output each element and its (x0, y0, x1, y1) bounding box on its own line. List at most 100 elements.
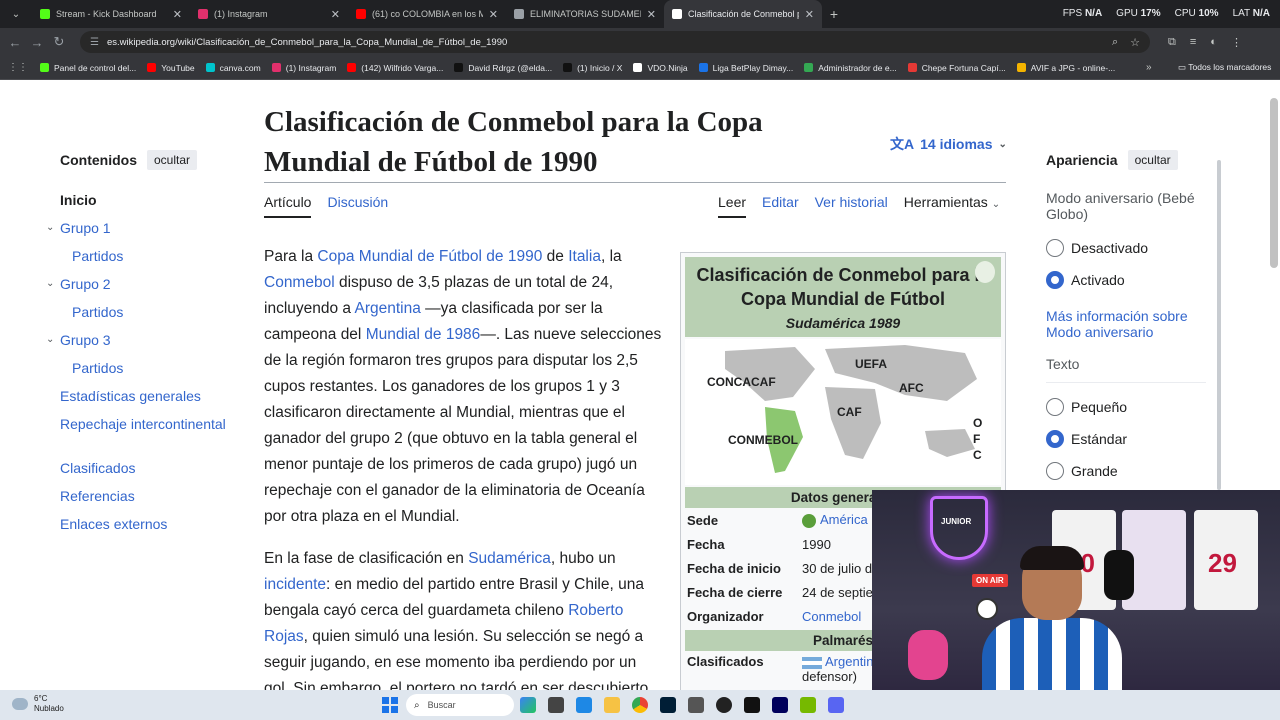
toc-item[interactable]: ⌄ Grupo 1 (46, 214, 230, 242)
tab-search-button[interactable]: ⌄ (4, 4, 28, 24)
menu-icon[interactable]: ⋮ (1231, 36, 1242, 49)
tab-favicon-icon (672, 9, 682, 19)
article-link[interactable]: Conmebol (264, 274, 335, 291)
infobox-key: Fecha (687, 536, 725, 552)
toc-hide-button[interactable]: ocultar (147, 150, 198, 170)
tools-menu[interactable]: Herramientas ⌄ (904, 194, 1000, 218)
more-bookmarks-icon[interactable]: » (1146, 62, 1152, 73)
weather-widget[interactable]: 6°C Nublado (12, 694, 64, 714)
bookmark-item[interactable]: David Rdrgz (@elda... (454, 63, 552, 73)
bookmark-star-icon[interactable]: ☆ (1130, 36, 1140, 49)
address-bar[interactable]: ☰ es.wikipedia.org/wiki/Clasificación_de… (80, 31, 1150, 53)
radio-standard[interactable]: Estándar (1046, 423, 1206, 455)
bookmark-item[interactable]: YouTube (147, 63, 195, 73)
sidebar-scrollbar[interactable] (1216, 152, 1222, 492)
toc-item[interactable]: Referencias (60, 482, 230, 510)
radio-small[interactable]: Pequeño (1046, 391, 1206, 423)
toc-item[interactable]: Partidos (60, 298, 230, 326)
article-link[interactable]: incidente (264, 576, 326, 593)
article-link[interactable]: Mundial de 1986 (366, 326, 481, 343)
toc-item[interactable]: ⌄ Grupo 3 (46, 326, 230, 354)
chevron-down-icon[interactable]: ⌄ (46, 214, 54, 242)
chevron-down-icon[interactable]: ⌄ (46, 270, 54, 298)
calculator-icon[interactable] (688, 697, 704, 713)
infobox-link[interactable]: América (820, 512, 868, 527)
bookmark-item[interactable]: Administrador de e... (804, 63, 897, 73)
article-link[interactable]: Argentina (355, 300, 421, 317)
toc-item[interactable]: Partidos (60, 354, 230, 382)
taskbar-search[interactable]: ⌕ Buscar (406, 694, 514, 716)
nvidia-icon[interactable] (800, 697, 816, 713)
forward-icon[interactable]: → (26, 35, 48, 50)
all-bookmarks-folder[interactable]: ▭ Todos los marcadores (1178, 62, 1271, 73)
close-icon[interactable]: ✕ (805, 8, 814, 21)
tab-discussion[interactable]: Discusión (327, 194, 388, 218)
close-icon[interactable]: ✕ (331, 8, 340, 21)
toc-item[interactable]: Estadísticas generales (60, 382, 230, 410)
toc-item[interactable]: Repechaje intercontinental (60, 410, 230, 454)
toc-item[interactable]: Clasificados (60, 454, 230, 482)
obs-icon[interactable] (716, 697, 732, 713)
radio-deactivated[interactable]: Desactivado (1046, 232, 1206, 264)
toc-item[interactable]: ⌄ Grupo 2 (46, 270, 230, 298)
tab-article[interactable]: Artículo (264, 194, 312, 218)
radio-activated[interactable]: Activado (1046, 264, 1206, 296)
new-tab-button[interactable]: + (822, 6, 846, 22)
file-explorer-icon[interactable] (604, 697, 620, 713)
edge-icon[interactable] (576, 697, 592, 713)
windows-start-icon[interactable] (382, 697, 398, 713)
bookmark-item[interactable]: Panel de control del... (40, 63, 136, 73)
photoshop-icon[interactable] (660, 697, 676, 713)
confederations-map[interactable]: CONCACAF UEFA AFC CAF CONMEBOL O F C (685, 339, 1001, 485)
extensions-icon[interactable]: ⧉ (1168, 36, 1176, 49)
page-scrollbar-thumb[interactable] (1270, 98, 1278, 268)
close-icon[interactable]: ✕ (489, 8, 498, 21)
neon-shield-sign: JUNIOR (930, 496, 988, 560)
infobox-link[interactable]: Conmebol (802, 609, 861, 624)
profile-icon[interactable]: ◐ (1210, 36, 1217, 49)
radio-large[interactable]: Grande (1046, 455, 1206, 487)
article-link[interactable]: Copa Mundial de Fútbol de 1990 (317, 248, 542, 265)
site-info-icon[interactable]: ☰ (90, 37, 99, 48)
bookmark-item[interactable]: VDO.Ninja (633, 63, 688, 73)
bookmark-item[interactable]: (1) Inicio / X (563, 63, 622, 73)
tiktok-icon[interactable] (744, 697, 760, 713)
discord-icon[interactable] (828, 697, 844, 713)
article-link[interactable]: Sudamérica (468, 550, 551, 567)
browser-tab[interactable]: ELIMINATORIAS SUDAMERicana ✕ (506, 0, 664, 28)
browser-tab[interactable]: Stream - Kick Dashboard ✕ (32, 0, 190, 28)
anniversary-more-link[interactable]: Más información sobre Modo aniversario (1046, 308, 1206, 340)
bookmark-item[interactable]: Chepe Fortuna Capí... (907, 63, 1006, 73)
media-icon[interactable]: ≡ (1190, 36, 1196, 49)
browser-tab[interactable]: (1) Instagram ✕ (190, 0, 348, 28)
toc-item[interactable]: Enlaces externos (60, 510, 230, 538)
toc-item[interactable]: Partidos (60, 242, 230, 270)
zoom-icon[interactable]: ⌕ (1112, 36, 1118, 49)
bookmark-item[interactable]: Liga BetPlay Dimay... (698, 63, 793, 73)
back-icon[interactable]: ← (4, 35, 26, 50)
toc-item[interactable]: Inicio (60, 186, 230, 214)
tab-edit[interactable]: Editar (762, 194, 799, 218)
tab-read[interactable]: Leer (718, 194, 747, 218)
close-icon[interactable]: ✕ (647, 8, 656, 21)
bookmark-item[interactable]: canva.com (205, 63, 261, 73)
chevron-down-icon[interactable]: ⌄ (46, 326, 54, 354)
language-button[interactable]: 文A 14 idiomas ⌄ (890, 134, 1007, 154)
close-icon[interactable]: ✕ (173, 8, 182, 21)
bookmark-item[interactable]: AVIF a JPG - online-... (1016, 63, 1115, 73)
bookmark-favicon-icon (40, 63, 49, 72)
after-effects-icon[interactable] (772, 697, 788, 713)
browser-tab[interactable]: Clasificación de Conmebol para ✕ (664, 0, 822, 28)
tab-history[interactable]: Ver historial (815, 194, 888, 218)
apps-icon[interactable]: ⋮⋮ (8, 62, 28, 73)
search-placeholder: Buscar (427, 700, 456, 710)
chrome-icon[interactable] (632, 697, 648, 713)
bookmark-item[interactable]: (142) Wilfrido Varga... (347, 63, 443, 73)
copilot-icon[interactable] (520, 697, 536, 713)
task-view-icon[interactable] (548, 697, 564, 713)
browser-tab[interactable]: (61) co COLOMBIA en los MUN ✕ (348, 0, 506, 28)
appearance-hide-button[interactable]: ocultar (1127, 150, 1178, 170)
article-link[interactable]: Italia (568, 248, 601, 265)
bookmark-item[interactable]: (1) Instagram (271, 63, 336, 73)
reload-icon[interactable]: ↻ (48, 34, 70, 50)
